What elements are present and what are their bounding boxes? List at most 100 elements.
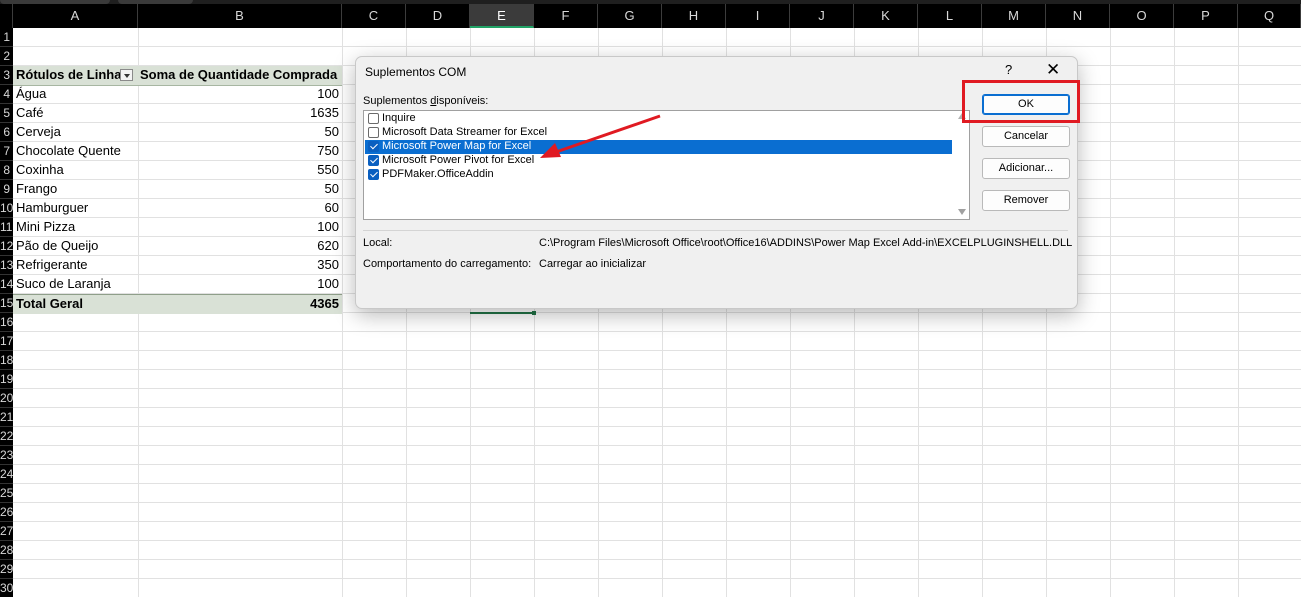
column-header[interactable]: P	[1174, 4, 1238, 28]
row-header[interactable]: 21	[0, 408, 13, 427]
row-header[interactable]: 12	[0, 237, 13, 256]
addin-item-power-map[interactable]: Microsoft Power Map for Excel	[365, 140, 952, 154]
row-header[interactable]: 20	[0, 389, 13, 408]
addin-checkbox[interactable]	[368, 127, 379, 138]
pivot-total-label: Total Geral	[16, 296, 83, 311]
row-header[interactable]: 29	[0, 560, 13, 579]
row-header[interactable]: 10	[0, 199, 13, 218]
row-header[interactable]: 11	[0, 218, 13, 237]
pivot-row[interactable]: Cerveja 50	[13, 123, 342, 142]
row-header[interactable]: 24	[0, 465, 13, 484]
row-header[interactable]: 9	[0, 180, 13, 199]
pivot-row-value: 100	[317, 86, 339, 101]
addin-item-inquire[interactable]: Inquire	[365, 112, 952, 126]
pivot-row[interactable]: Chocolate Quente 750	[13, 142, 342, 161]
pivot-total-value: 4365	[310, 296, 339, 311]
row-header[interactable]: 17	[0, 332, 13, 351]
cancel-button[interactable]: Cancelar	[982, 126, 1070, 147]
row-header[interactable]: 26	[0, 503, 13, 522]
column-header[interactable]: D	[406, 4, 470, 28]
add-button[interactable]: Adicionar...	[982, 158, 1070, 179]
active-cell-indicator[interactable]	[470, 311, 536, 317]
row-header[interactable]: 5	[0, 104, 13, 123]
row-header[interactable]: 23	[0, 446, 13, 465]
pivot-row[interactable]: Hamburguer 60	[13, 199, 342, 218]
addin-checkbox[interactable]	[368, 141, 379, 152]
row-header[interactable]: 15	[0, 294, 13, 313]
help-button[interactable]: ?	[1005, 62, 1012, 77]
pivot-row[interactable]: Suco de Laranja 100	[13, 275, 342, 294]
column-header[interactable]: L	[918, 4, 982, 28]
addins-listbox[interactable]: Inquire Microsoft Data Streamer for Exce…	[363, 110, 970, 220]
grid-row-line	[13, 426, 1301, 427]
grid-row-line	[13, 578, 1301, 579]
row-header[interactable]: 8	[0, 161, 13, 180]
row-header[interactable]: 2	[0, 47, 13, 66]
column-header[interactable]: O	[1110, 4, 1174, 28]
scroll-down-icon[interactable]	[958, 209, 966, 215]
row-header[interactable]: 6	[0, 123, 13, 142]
column-header[interactable]: F	[534, 4, 598, 28]
addin-checkbox[interactable]	[368, 113, 379, 124]
close-icon[interactable]: ✕	[1046, 60, 1060, 80]
column-header[interactable]: G	[598, 4, 662, 28]
grid-row-line	[13, 445, 1301, 446]
column-header[interactable]: M	[982, 4, 1046, 28]
column-header[interactable]: J	[790, 4, 854, 28]
column-header[interactable]: B	[138, 4, 342, 28]
pivot-row[interactable]: Pão de Queijo 620	[13, 237, 342, 256]
row-header[interactable]: 19	[0, 370, 13, 389]
row-header[interactable]: 28	[0, 541, 13, 560]
row-header[interactable]: 13	[0, 256, 13, 275]
addin-item-data-streamer[interactable]: Microsoft Data Streamer for Excel	[365, 126, 952, 140]
addin-label: Microsoft Power Map for Excel	[382, 140, 532, 152]
divider	[363, 230, 1068, 231]
column-header[interactable]: A	[13, 4, 138, 28]
addin-item-power-pivot[interactable]: Microsoft Power Pivot for Excel	[365, 154, 952, 168]
pivot-row[interactable]: Coxinha 550	[13, 161, 342, 180]
pivot-total-row[interactable]: Total Geral 4365	[13, 294, 342, 314]
pivot-row[interactable]: Refrigerante 350	[13, 256, 342, 275]
row-header[interactable]: 3	[0, 66, 13, 85]
pivot-row[interactable]: Água 100	[13, 85, 342, 104]
pivot-row[interactable]: Café 1635	[13, 104, 342, 123]
column-header[interactable]: N	[1046, 4, 1110, 28]
filter-dropdown-icon[interactable]	[120, 69, 133, 81]
pivot-row-value: 1635	[310, 105, 339, 120]
location-label: Local:	[363, 237, 393, 249]
select-all-corner[interactable]	[0, 4, 13, 28]
pivot-row-label: Água	[16, 86, 47, 101]
column-header[interactable]: H	[662, 4, 726, 28]
pivot-row-label: Frango	[16, 181, 58, 196]
addin-item-pdfmaker[interactable]: PDFMaker.OfficeAddin	[365, 168, 952, 182]
row-header[interactable]: 16	[0, 313, 13, 332]
row-header[interactable]: 18	[0, 351, 13, 370]
column-header-bar: A B C D E F G H I J K L M N O P Q	[0, 4, 1301, 28]
column-header-selected[interactable]: E	[470, 4, 534, 28]
pivot-row[interactable]: Frango 50	[13, 180, 342, 199]
grid-row-line	[13, 388, 1301, 389]
row-header[interactable]: 7	[0, 142, 13, 161]
column-header[interactable]: Q	[1238, 4, 1301, 28]
grid-row-line	[13, 483, 1301, 484]
pivot-row-label: Hamburguer	[16, 200, 89, 215]
column-header[interactable]: I	[726, 4, 790, 28]
pivot-row[interactable]: Mini Pizza 100	[13, 218, 342, 237]
row-header[interactable]: 30	[0, 579, 13, 597]
addin-checkbox[interactable]	[368, 169, 379, 180]
row-header[interactable]: 1	[0, 28, 13, 47]
column-header[interactable]: K	[854, 4, 918, 28]
pivot-row-label: Pão de Queijo	[16, 238, 99, 253]
grid-row-line	[13, 46, 1301, 47]
pivot-row-value: 60	[324, 200, 339, 215]
row-header[interactable]: 4	[0, 85, 13, 104]
addin-checkbox[interactable]	[368, 155, 379, 166]
row-header[interactable]: 14	[0, 275, 13, 294]
row-header[interactable]: 25	[0, 484, 13, 503]
row-header[interactable]: 27	[0, 522, 13, 541]
column-header[interactable]: C	[342, 4, 406, 28]
grid-row-line	[13, 369, 1301, 370]
label-part: Suplementos	[363, 95, 431, 107]
remove-button[interactable]: Remover	[982, 190, 1070, 211]
row-header[interactable]: 22	[0, 427, 13, 446]
